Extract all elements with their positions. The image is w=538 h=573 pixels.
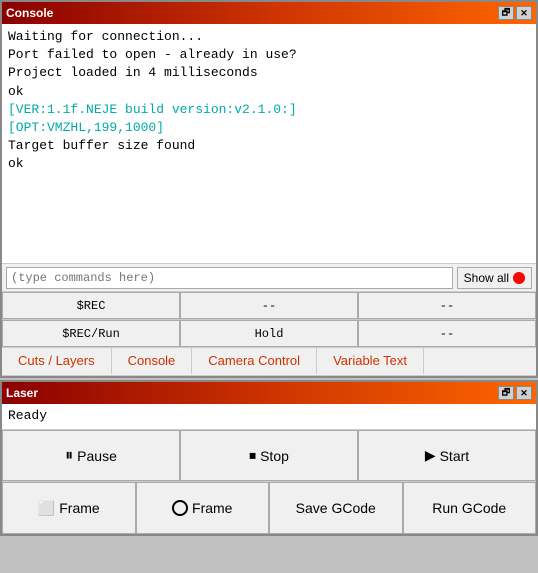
console-window: Console 🗗 ✕ Waiting for connection... Po… (0, 0, 538, 378)
tab-console[interactable]: Console (112, 348, 193, 375)
tabs-row: Cuts / Layers Console Camera Control Var… (2, 348, 536, 376)
stop-icon (249, 447, 256, 464)
console-line-3: Project loaded in 4 milliseconds (8, 64, 530, 82)
command-input[interactable] (6, 267, 453, 289)
laser-title-bar: Laser 🗗 ✕ (2, 382, 536, 404)
laser-minimize-button[interactable]: 🗗 (498, 386, 514, 400)
console-title: Console (6, 6, 53, 20)
tab-cuts-layers[interactable]: Cuts / Layers (2, 348, 112, 375)
save-gcode-button[interactable]: Save GCode (269, 482, 403, 534)
rec-button-row: $REC -- -- (2, 292, 536, 320)
record-indicator (513, 272, 525, 284)
frame1-icon (38, 500, 55, 517)
command-input-row: Show all (2, 264, 536, 292)
laser-status: Ready (2, 404, 536, 430)
console-line-2: Port failed to open - already in use? (8, 46, 530, 64)
rec-run-button-row: $REC/Run Hold -- (2, 320, 536, 348)
start-icon (425, 447, 436, 464)
stop-button[interactable]: Stop (180, 430, 358, 481)
laser-title: Laser (6, 386, 38, 400)
console-title-bar: Console 🗗 ✕ (2, 2, 536, 24)
console-line-7: Target buffer size found (8, 137, 530, 155)
rec-button[interactable]: $REC (2, 292, 180, 319)
console-line-4: ok (8, 83, 530, 101)
show-all-button[interactable]: Show all (457, 267, 532, 289)
start-button[interactable]: Start (358, 430, 536, 481)
console-minimize-button[interactable]: 🗗 (498, 6, 514, 20)
frame1-button[interactable]: Frame (2, 482, 136, 534)
run-gcode-button[interactable]: Run GCode (403, 482, 537, 534)
console-line-1: Waiting for connection... (8, 28, 530, 46)
console-output: Waiting for connection... Port failed to… (2, 24, 536, 264)
rec-dash2-button[interactable]: -- (358, 292, 536, 319)
pause-button[interactable]: Pause (2, 430, 180, 481)
laser-secondary-button-row: Frame Frame Save GCode Run GCode (2, 482, 536, 534)
console-line-6: [OPT:VMZHL,199,1000] (8, 119, 530, 137)
tab-variable-text[interactable]: Variable Text (317, 348, 424, 375)
frame2-icon (172, 500, 188, 516)
laser-window: Laser 🗗 ✕ Ready Pause Stop Start Frame F… (0, 380, 538, 536)
laser-close-button[interactable]: ✕ (516, 386, 532, 400)
frame2-button[interactable]: Frame (136, 482, 270, 534)
console-line-8: ok (8, 155, 530, 173)
hold-button[interactable]: Hold (180, 320, 358, 347)
laser-main-button-row: Pause Stop Start (2, 430, 536, 482)
console-title-controls: 🗗 ✕ (498, 6, 532, 20)
run-dash-button[interactable]: -- (358, 320, 536, 347)
tab-camera-control[interactable]: Camera Control (192, 348, 317, 375)
console-line-5: [VER:1.1f.NEJE build version:v2.1.0:] (8, 101, 530, 119)
pause-icon (65, 447, 73, 465)
console-close-button[interactable]: ✕ (516, 6, 532, 20)
rec-dash1-button[interactable]: -- (180, 292, 358, 319)
laser-title-controls: 🗗 ✕ (498, 386, 532, 400)
rec-run-button[interactable]: $REC/Run (2, 320, 180, 347)
show-all-label: Show all (464, 271, 509, 285)
